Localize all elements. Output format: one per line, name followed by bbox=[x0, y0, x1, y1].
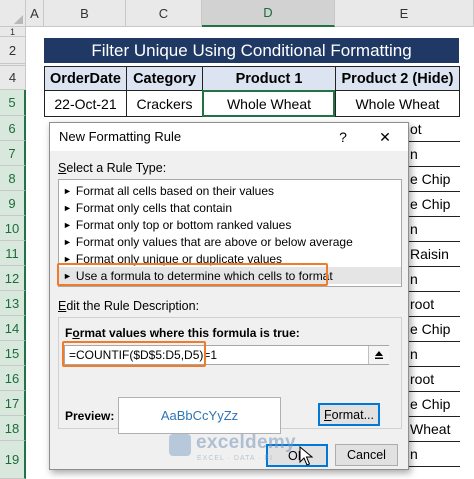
collapse-dialog-button[interactable] bbox=[368, 346, 389, 364]
cell-c5[interactable]: Crackers bbox=[126, 90, 203, 117]
row-header-7[interactable]: 7 bbox=[0, 141, 26, 166]
row-header-14[interactable]: 14 bbox=[0, 316, 26, 341]
row-header-1[interactable]: 1 bbox=[0, 27, 26, 37]
row-header-8[interactable]: 8 bbox=[0, 166, 26, 191]
row-header-16[interactable]: 16 bbox=[0, 366, 26, 391]
format-button[interactable]: Format... bbox=[318, 403, 380, 426]
row-header-18[interactable]: 18 bbox=[0, 416, 26, 441]
formula-label: Format values where this formula is true… bbox=[65, 326, 300, 340]
cell-e14[interactable]: e Chip bbox=[408, 316, 460, 342]
cancel-button[interactable]: Cancel bbox=[335, 444, 398, 466]
column-header-c[interactable]: C bbox=[126, 0, 202, 27]
cell-e9[interactable]: e Chip bbox=[408, 191, 460, 217]
cell-e11[interactable]: Raisin bbox=[408, 241, 460, 267]
cell-e10[interactable]: n bbox=[408, 216, 460, 242]
rule-type-item[interactable]: ► Format only cells that contain bbox=[59, 199, 401, 216]
mouse-cursor-icon bbox=[299, 446, 313, 466]
cell-e19[interactable]: n bbox=[408, 441, 460, 467]
formula-input[interactable]: =COUNTIF($D$5:D5,D5)=1 bbox=[64, 345, 389, 365]
select-all-corner[interactable] bbox=[0, 0, 26, 27]
close-button[interactable]: ✕ bbox=[375, 127, 395, 147]
cell-d5[interactable]: Whole Wheat bbox=[202, 90, 336, 117]
row-header-17[interactable]: 17 bbox=[0, 391, 26, 416]
row-header-11[interactable]: 11 bbox=[0, 241, 26, 266]
row-header-9[interactable]: 9 bbox=[0, 191, 26, 216]
cell-e6[interactable]: ot bbox=[408, 116, 460, 142]
row-header-10[interactable]: 10 bbox=[0, 216, 26, 241]
bullet-arrow-icon: ► bbox=[63, 236, 72, 247]
rule-type-list[interactable]: ► Format all cells based on their values … bbox=[58, 179, 402, 287]
row-header-4[interactable]: 4 bbox=[0, 66, 26, 90]
column-header-e[interactable]: E bbox=[335, 0, 474, 27]
row-header-12[interactable]: 12 bbox=[0, 266, 26, 291]
row-header-15[interactable]: 15 bbox=[0, 341, 26, 366]
column-header-b[interactable]: B bbox=[44, 0, 126, 27]
cell-e17[interactable]: e Chip bbox=[408, 391, 460, 417]
row-header-19[interactable]: 19 bbox=[0, 441, 26, 479]
cell-b5[interactable]: 22-Oct-21 bbox=[44, 90, 127, 117]
bullet-arrow-icon: ► bbox=[63, 202, 72, 213]
row-header-6[interactable]: 6 bbox=[0, 116, 26, 141]
edit-rule-description-label: Edit the Rule Description: bbox=[58, 299, 200, 313]
header-category[interactable]: Category bbox=[126, 66, 203, 91]
rule-type-item[interactable]: ► Format only values that are above or be… bbox=[59, 233, 401, 250]
column-header-a[interactable]: A bbox=[26, 0, 44, 27]
help-button[interactable]: ? bbox=[333, 127, 353, 147]
cell-e16[interactable]: root bbox=[408, 366, 460, 392]
cell-e18[interactable]: Wheat bbox=[408, 416, 460, 442]
preview-label: Preview: bbox=[65, 409, 115, 423]
cell-e12[interactable]: n bbox=[408, 266, 460, 292]
bullet-arrow-icon: ► bbox=[63, 185, 72, 196]
cell-e5[interactable]: Whole Wheat bbox=[335, 90, 460, 117]
dialog-title: New Formatting Rule bbox=[59, 129, 182, 144]
bullet-arrow-icon: ► bbox=[63, 219, 72, 230]
cell-e15[interactable]: n bbox=[408, 341, 460, 367]
bullet-arrow-icon: ► bbox=[63, 270, 72, 281]
column-header-d[interactable]: D bbox=[202, 0, 335, 27]
header-orderdate[interactable]: OrderDate bbox=[44, 66, 127, 91]
new-formatting-rule-dialog: New Formatting Rule ? ✕ Select a Rule Ty… bbox=[49, 122, 409, 470]
rule-type-item-selected[interactable]: ► Use a formula to determine which cells … bbox=[59, 267, 401, 284]
range-select-icon bbox=[375, 351, 383, 359]
row-header-13[interactable]: 13 bbox=[0, 291, 26, 316]
format-preview-box: AaBbCcYyZz bbox=[118, 397, 281, 434]
header-product-2-hide[interactable]: Product 2 (Hide) bbox=[335, 66, 460, 91]
cell-e7[interactable]: n bbox=[408, 141, 460, 167]
rule-type-item[interactable]: ► Format all cells based on their values bbox=[59, 182, 401, 199]
sheet-title-banner: Filter Unique Using Conditional Formatti… bbox=[44, 38, 459, 63]
select-rule-type-label: Select a Rule Type: bbox=[58, 161, 167, 175]
cell-e13[interactable]: root bbox=[408, 291, 460, 317]
bullet-arrow-icon: ► bbox=[63, 253, 72, 264]
header-product-1[interactable]: Product 1 bbox=[202, 66, 336, 91]
cell-e8[interactable]: e Chip bbox=[408, 166, 460, 192]
rule-type-item[interactable]: ► Format only unique or duplicate values bbox=[59, 250, 401, 267]
ok-button[interactable]: OK bbox=[266, 444, 328, 467]
row-header-2[interactable]: 2 bbox=[0, 37, 26, 64]
row-header-5[interactable]: 5 bbox=[0, 90, 26, 116]
rule-type-item[interactable]: ► Format only top or bottom ranked values bbox=[59, 216, 401, 233]
dialog-title-bar[interactable]: New Formatting Rule ? ✕ bbox=[50, 123, 408, 151]
